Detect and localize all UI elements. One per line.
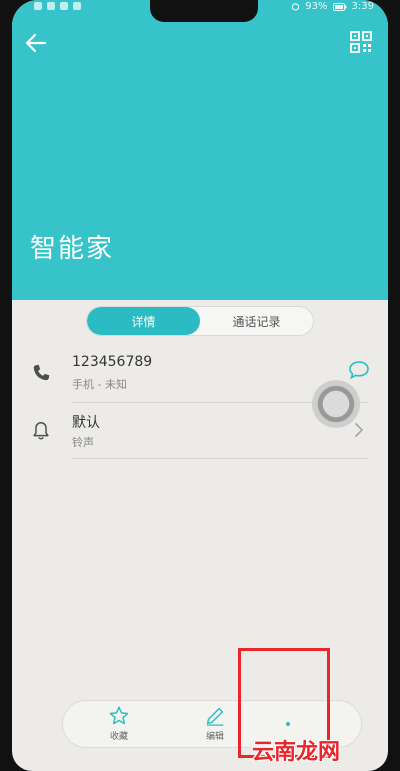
status-icons-left (34, 2, 81, 10)
edit-label: 编辑 (205, 732, 224, 742)
detail-tabs: 详情 通话记录 (86, 306, 314, 336)
chevron-right-icon (355, 423, 363, 437)
notification-icon (60, 2, 68, 10)
pencil-icon (206, 707, 224, 726)
phone-type: 手机 - 未知 (72, 378, 127, 391)
alarm-icon (292, 3, 300, 11)
qr-code-button[interactable] (350, 31, 372, 53)
favorite-label: 收藏 (109, 732, 128, 742)
ringtone-value: 默认 (72, 415, 100, 431)
assistive-touch-button[interactable] (312, 380, 360, 428)
bell-icon (33, 422, 49, 440)
back-button[interactable] (24, 32, 50, 54)
battery-percent: 93% (305, 1, 328, 12)
phone-number: 123456789 (72, 354, 153, 370)
tab-call-log[interactable]: 通话记录 (200, 307, 313, 335)
ringtone-label: 铃声 (72, 436, 94, 449)
signal-icon (34, 2, 42, 10)
qr-code-icon (350, 31, 372, 53)
watermark-logo: 云南龙网 (252, 740, 341, 765)
camera-notch (150, 0, 258, 22)
message-icon (349, 361, 369, 379)
notification-icon (73, 2, 81, 10)
contact-header: 93% 3:39 智能家 (12, 0, 388, 300)
edit-button[interactable]: 编辑 (195, 705, 235, 742)
battery-icon (332, 2, 347, 11)
contact-detail-screen: 93% 3:39 智能家 详情 通话记录 123456789 手机 - 未知 默… (12, 0, 388, 771)
send-message-button[interactable] (348, 360, 370, 380)
phone-icon (33, 364, 50, 381)
phone-frame: 93% 3:39 智能家 详情 通话记录 123456789 手机 - 未知 默… (0, 0, 400, 771)
arrow-left-icon (25, 33, 47, 53)
row-divider (72, 458, 368, 459)
wifi-icon (47, 2, 55, 10)
tab-details[interactable]: 详情 (87, 307, 200, 335)
contact-name: 智能家 (30, 234, 115, 264)
status-icons-right: 93% 3:39 (291, 1, 374, 12)
clock: 3:39 (351, 1, 374, 12)
star-icon (109, 706, 129, 725)
favorite-button[interactable]: 收藏 (99, 705, 139, 742)
